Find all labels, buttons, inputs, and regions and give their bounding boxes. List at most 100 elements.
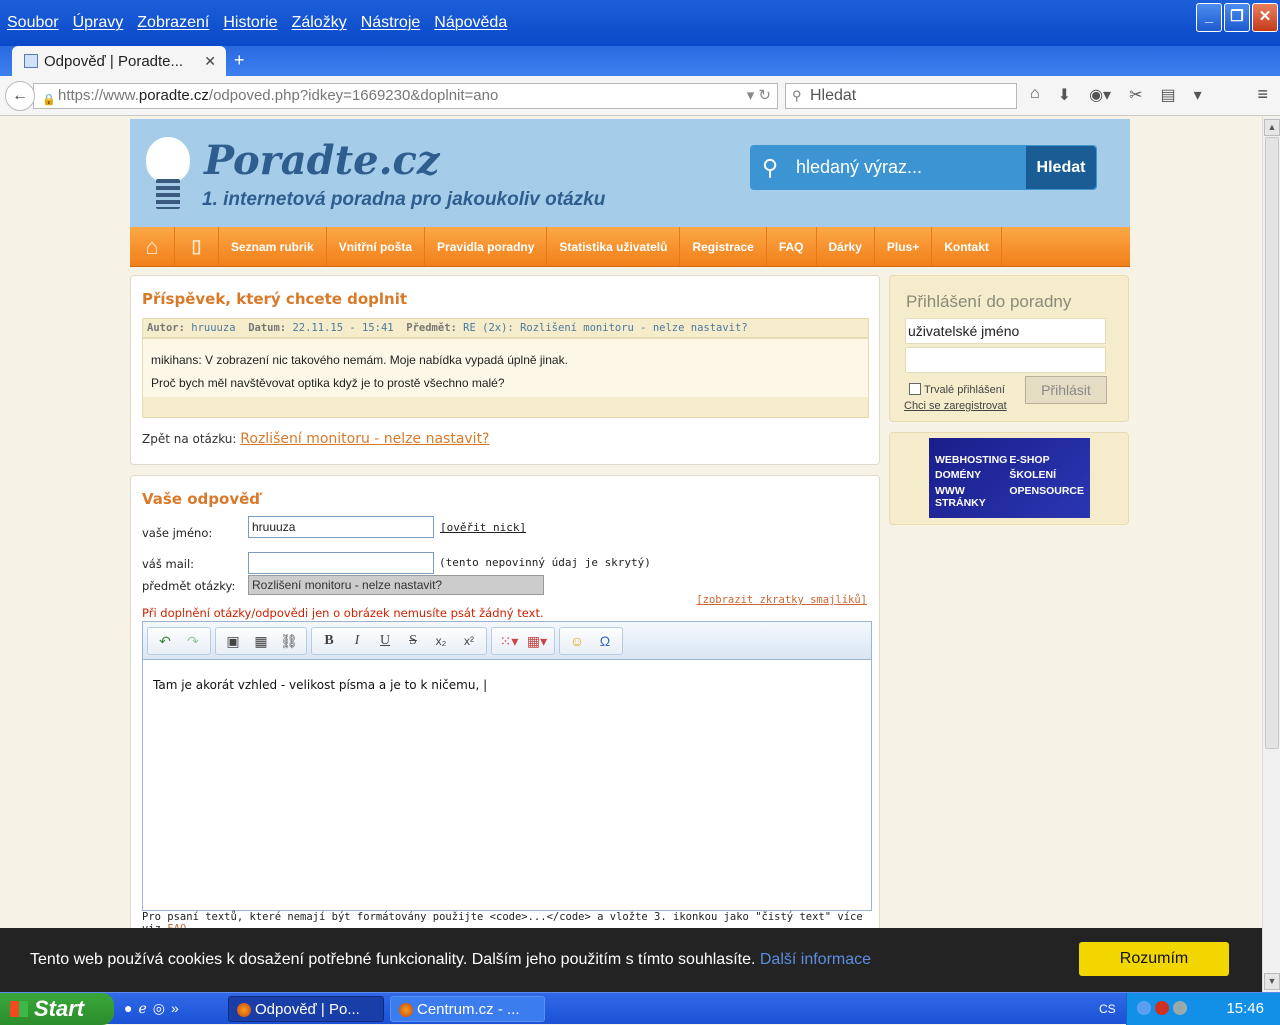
close-window-button[interactable]: ✕ bbox=[1252, 3, 1278, 32]
home-icon[interactable]: ⌂ bbox=[1030, 85, 1040, 105]
post-author[interactable]: hruuuza bbox=[191, 322, 235, 334]
table-icon[interactable]: ▦▾ bbox=[523, 629, 551, 653]
start-button[interactable]: Start bbox=[0, 993, 114, 1025]
reload-icon[interactable]: ▾ ↻ bbox=[747, 84, 771, 108]
windows-logo-icon bbox=[10, 1001, 28, 1017]
login-button[interactable]: Přihlásit bbox=[1025, 376, 1107, 404]
show-smileys-link[interactable]: [zobrazit zkratky smajlíků] bbox=[696, 594, 867, 606]
undo-icon[interactable]: ↶ bbox=[151, 629, 179, 653]
site-search-button[interactable]: Hledat bbox=[1026, 146, 1096, 189]
insert-image-icon[interactable]: ▦ bbox=[247, 629, 275, 653]
tray-arrow-icon[interactable] bbox=[1137, 1001, 1151, 1015]
back-to-question: Zpět na otázku: Rozlišení monitoru - nel… bbox=[142, 431, 490, 447]
smiley-icon[interactable]: ☺ bbox=[563, 629, 591, 653]
verify-nick-link[interactable]: [ověřit nick] bbox=[440, 521, 526, 534]
firefox-icon[interactable]: ● bbox=[124, 1000, 132, 1017]
nav-seznam-rubrik[interactable]: Seznam rubrik bbox=[219, 227, 327, 266]
cookie-more-info-link[interactable]: Další informace bbox=[760, 951, 871, 968]
scroll-thumb[interactable] bbox=[1265, 137, 1279, 749]
browser-search-placeholder: Hledat bbox=[810, 87, 857, 104]
tab-active[interactable]: Odpověď | Poradte... ✕ bbox=[12, 46, 226, 76]
nav-statistika[interactable]: Statistika uživatelů bbox=[547, 227, 681, 266]
nav-darky[interactable]: Dárky bbox=[817, 227, 875, 266]
taskbar-item-poradte[interactable]: Odpověď | Po... bbox=[228, 996, 384, 1022]
nav-pravidla[interactable]: Pravidla poradny bbox=[425, 227, 548, 266]
name-input[interactable]: hruuuza bbox=[248, 516, 434, 538]
paste-text-icon[interactable]: ▣ bbox=[219, 629, 247, 653]
nav-vnitrni-posta[interactable]: Vnitřní pošta bbox=[327, 227, 426, 266]
site-logo[interactable]: Poradte.cz bbox=[204, 137, 440, 184]
ie-icon[interactable]: ℯ bbox=[138, 1000, 146, 1017]
strikethrough-icon[interactable]: S bbox=[399, 629, 427, 653]
hamburger-menu-icon[interactable]: ≡ bbox=[1257, 84, 1268, 105]
ad-item: DOMÉNY bbox=[935, 469, 982, 482]
network-error-icon[interactable] bbox=[1155, 1001, 1169, 1015]
taskbar-item-label: Odpověď | Po... bbox=[255, 1001, 360, 1018]
clock: 15:46 bbox=[1226, 1000, 1264, 1017]
post-heading: Příspěvek, který chcete doplnit bbox=[142, 290, 408, 308]
nav-plus[interactable]: Plus+ bbox=[875, 227, 933, 266]
redo-icon[interactable]: ↷ bbox=[179, 629, 207, 653]
list-icon[interactable]: ⁙▾ bbox=[495, 629, 523, 653]
ad-item: E-SHOP bbox=[1009, 454, 1050, 466]
more-icon[interactable]: » bbox=[171, 1000, 179, 1017]
extension-icon[interactable]: ✂ bbox=[1129, 85, 1142, 105]
language-indicator[interactable]: CS bbox=[1099, 993, 1116, 1025]
menu-zalozky[interactable]: Záložky bbox=[292, 14, 347, 32]
back-to-question-link[interactable]: Rozlišení monitoru - nelze nastavit? bbox=[240, 431, 489, 447]
browser-search-input[interactable]: ⚲ Hledat bbox=[785, 83, 1017, 109]
underline-icon[interactable]: U bbox=[371, 629, 399, 653]
nav-registrace[interactable]: Registrace bbox=[680, 227, 767, 266]
back-button[interactable]: ← bbox=[5, 81, 35, 111]
scroll-up-icon[interactable]: ▲ bbox=[1264, 119, 1280, 136]
menu-zobrazeni[interactable]: Zobrazení bbox=[137, 14, 209, 32]
system-tray: CS 15:46 bbox=[1099, 993, 1280, 1025]
menu-historie[interactable]: Historie bbox=[223, 14, 277, 32]
download-icon[interactable]: ⬇ bbox=[1058, 85, 1071, 105]
clipboard-icon[interactable]: ▤ bbox=[1160, 85, 1175, 105]
italic-icon[interactable]: I bbox=[343, 629, 371, 653]
maximize-button[interactable]: ❐ bbox=[1224, 3, 1250, 32]
insert-link-icon[interactable]: ⛓ bbox=[275, 629, 303, 653]
subject-field: Rozlišení monitoru - nelze nastavit? bbox=[248, 575, 544, 595]
taskbar-item-centrum[interactable]: Centrum.cz - ... bbox=[390, 996, 545, 1022]
hosting-ad-banner[interactable]: WEBHOSTING E-SHOP DOMÉNY ŠKOLENÍ WWW STR… bbox=[929, 438, 1090, 518]
menu-soubor[interactable]: Soubor bbox=[7, 14, 59, 32]
nav-faq[interactable]: FAQ bbox=[767, 227, 817, 266]
username-input[interactable]: uživatelské jméno bbox=[905, 318, 1106, 344]
page-scrollbar[interactable]: ▲ ▼ bbox=[1262, 117, 1280, 992]
author-label: Autor: bbox=[147, 322, 185, 334]
post-body: mikihans: V zobrazení nic takového nemám… bbox=[142, 338, 869, 418]
login-title: Přihlášení do poradny bbox=[906, 292, 1072, 311]
url-bar[interactable]: 🔒 https://www.poradte.cz/odpoved.php?idk… bbox=[33, 83, 778, 109]
new-tab-button[interactable]: + bbox=[234, 50, 245, 71]
menu-nastroje[interactable]: Nástroje bbox=[361, 14, 421, 32]
volume-icon[interactable] bbox=[1173, 1001, 1187, 1015]
nav-kontakt[interactable]: Kontakt bbox=[932, 227, 1002, 266]
subscript-icon[interactable]: x₂ bbox=[427, 629, 455, 653]
editor-content[interactable]: Tam je akorát vzhled - velikost písma a … bbox=[143, 660, 871, 710]
adblock-icon[interactable]: ◉▾ bbox=[1089, 85, 1111, 105]
superscript-icon[interactable]: x² bbox=[455, 629, 483, 653]
subject-label: předmět otázky: bbox=[142, 579, 236, 593]
menu-bar: Soubor Úpravy Zobrazení Historie Záložky… bbox=[0, 0, 521, 46]
password-input[interactable] bbox=[905, 347, 1106, 373]
dropdown-icon[interactable]: ▾ bbox=[1194, 85, 1202, 105]
register-link[interactable]: Chci se zaregistrovat bbox=[904, 400, 1007, 412]
mail-input[interactable] bbox=[248, 552, 434, 574]
home-icon[interactable]: ⌂ bbox=[130, 227, 175, 266]
chrome-icon[interactable]: ◎ bbox=[153, 1000, 165, 1017]
bold-icon[interactable]: B bbox=[315, 629, 343, 653]
menu-napoveda[interactable]: Nápověda bbox=[434, 14, 507, 32]
cookie-accept-button[interactable]: Rozumím bbox=[1079, 942, 1229, 976]
special-char-icon[interactable]: Ω bbox=[591, 629, 619, 653]
scroll-down-icon[interactable]: ▼ bbox=[1264, 973, 1280, 990]
cookie-text-wrap: Tento web používá cookies k dosažení pot… bbox=[30, 951, 871, 969]
remember-checkbox[interactable] bbox=[909, 383, 921, 395]
firefox-icon bbox=[237, 1003, 251, 1017]
tab-close-icon[interactable]: ✕ bbox=[204, 53, 216, 70]
menu-upravy[interactable]: Úpravy bbox=[73, 14, 124, 32]
site-search-input[interactable]: hledaný výraz... bbox=[790, 157, 1026, 178]
minimize-button[interactable]: _ bbox=[1196, 3, 1222, 32]
mobile-icon[interactable]: ▯ bbox=[175, 227, 219, 266]
